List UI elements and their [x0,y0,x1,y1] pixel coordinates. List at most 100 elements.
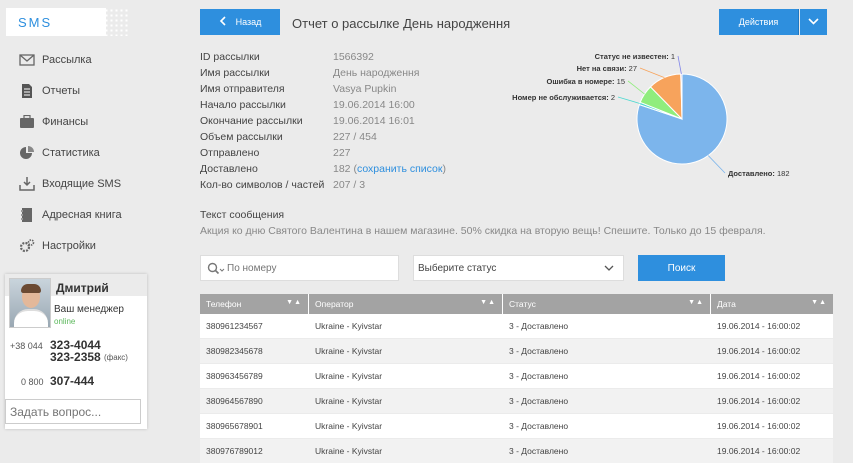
delivery-pie-chart: Доставлено: 182 Номер не обслуживается: 2… [512,52,790,178]
briefcase-icon [19,114,35,129]
sort-icon[interactable]: ▼▲ [480,299,496,306]
phone-prefix-city: +38 044 [10,341,43,351]
info-value: 227 / 454 [333,131,377,143]
cell-date: 19.06.2014 - 16:00:02 [717,421,801,431]
column-header-phone[interactable]: Телефон ▼▲ [200,294,309,314]
message-label: Текст сообщения [200,209,285,221]
manager-status: online [54,317,76,326]
actions-button-label: Действия [738,17,779,27]
envelope-icon [19,53,35,67]
column-header-date[interactable]: Дата ▼▲ [711,294,833,314]
actions-button[interactable]: Действия [719,9,799,35]
info-key: Объем рассылки [200,131,283,143]
document-icon [19,83,35,98]
table-row[interactable]: 380965678901 Ukraine - Kyivstar 3 - Дост… [200,414,833,439]
sidebar-item-statistics[interactable]: Статистика [0,137,148,168]
sidebar-item-label: Рассылка [42,53,92,66]
search-button[interactable]: Поиск [638,255,725,281]
table-row[interactable]: 380961234567 Ukraine - Kyivstar 3 - Дост… [200,314,833,339]
info-key: Кол-во символов / частей [200,179,325,191]
manager-role: Ваш менеджер [54,304,124,315]
search-dropdown-icon[interactable] [207,262,225,276]
info-value: 182 [333,163,351,175]
status-select[interactable]: Выберите статус [413,255,624,281]
back-button[interactable]: Назад [200,9,280,35]
info-key: Отправлено [200,147,260,159]
sidebar-item-label: Настройки [42,239,96,252]
info-value-group: 182 (сохранить список) [333,163,446,175]
column-header-operator[interactable]: Оператор ▼▲ [309,294,503,314]
search-field[interactable] [200,255,399,281]
sort-icon[interactable]: ▼▲ [286,299,302,306]
sort-icon[interactable]: ▼▲ [688,299,704,306]
avatar [9,278,51,328]
table-header: Телефон ▼▲ Оператор ▼▲ Статус ▼▲ Дата ▼▲ [200,294,833,314]
fax-note: (факс) [104,353,128,362]
info-key: Имя рассылки [200,67,270,79]
column-header-label: Оператор [315,299,354,309]
page-title: Отчет о рассылке День народження [292,16,511,31]
save-list-link[interactable]: сохранить список [357,163,442,175]
pie-connector-1 [617,96,640,104]
logo[interactable]: SMS [6,8,130,36]
cell-operator: Ukraine - Kyivstar [315,446,383,456]
cell-operator: Ukraine - Kyivstar [315,371,383,381]
cell-operator: Ukraine - Kyivstar [315,321,383,331]
column-header-label: Телефон [206,299,242,309]
phone-number-3: 307-444 [50,374,95,388]
search-input[interactable] [227,260,392,276]
info-key: ID рассылки [200,51,260,63]
sidebar-item-mailing[interactable]: Рассылка [0,44,148,75]
address-book-icon [19,207,35,222]
sender-link[interactable]: Vasya Pupkin [333,83,396,95]
sidebar-item-label: Входящие SMS [42,177,122,190]
cell-status: 3 - Доставлено [509,346,569,356]
sidebar-item-incoming-sms[interactable]: Входящие SMS [0,168,148,199]
column-header-status[interactable]: Статус ▼▲ [503,294,711,314]
sidebar-item-finance[interactable]: Финансы [0,106,148,137]
info-key: Имя отправителя [200,83,285,95]
sidebar-item-address-book[interactable]: Адресная книга [0,199,148,230]
phone-prefix-free: 0 800 [21,377,44,387]
logo-dots [104,8,130,36]
inbox-download-icon [19,176,35,191]
manager-card: Дмитрий Ваш менеджер online +38 044 323-… [5,274,147,429]
pie-label-1: Номер не обслуживается: 2 [512,93,615,102]
table-row[interactable]: 380963456789 Ukraine - Kyivstar 3 - Дост… [200,364,833,389]
sidebar-item-settings[interactable]: Настройки [0,230,148,261]
paren-close: ) [442,163,446,175]
info-value: 207 / 3 [333,179,366,191]
chevron-left-icon [219,15,226,29]
info-value: 19.06.2014 16:01 [333,115,415,127]
cell-operator: Ukraine - Kyivstar [315,421,383,431]
gears-icon [19,238,35,253]
pie-label-2: Ошибка в номере: 15 [547,77,625,86]
cell-status: 3 - Доставлено [509,371,569,381]
chevron-down-icon [604,263,614,273]
pie-label-4: Статус не известен: 1 [595,52,675,61]
table-row[interactable]: 380964567890 Ukraine - Kyivstar 3 - Дост… [200,389,833,414]
cell-phone: 380976789012 [206,446,263,456]
info-value: 19.06.2014 16:00 [333,99,415,111]
ask-question-input[interactable] [5,399,141,424]
cell-date: 19.06.2014 - 16:00:02 [717,371,801,381]
info-key: Начало рассылки [200,99,286,111]
cell-status: 3 - Доставлено [509,446,569,456]
sidebar-item-reports[interactable]: Отчеты [0,75,148,106]
pie-connector-2 [627,80,645,95]
sort-icon[interactable]: ▼▲ [811,299,827,306]
table-row[interactable]: 380982345678 Ukraine - Kyivstar 3 - Дост… [200,339,833,364]
info-value: 1566392 [333,51,374,63]
pie-label-0: Доставлено: 182 [728,169,790,178]
cell-status: 3 - Доставлено [509,321,569,331]
info-value: 227 [333,147,351,159]
cell-date: 19.06.2014 - 16:00:02 [717,396,801,406]
cell-date: 19.06.2014 - 16:00:02 [717,346,801,356]
results-table: Телефон ▼▲ Оператор ▼▲ Статус ▼▲ Дата ▼▲ 380… [200,294,833,463]
actions-dropdown-toggle[interactable] [800,9,827,35]
pie-connector-0 [707,155,726,174]
info-key: Окончание рассылки [200,115,303,127]
cell-operator: Ukraine - Kyivstar [315,346,383,356]
back-button-label: Назад [235,17,262,27]
table-row[interactable]: 380976789012 Ukraine - Kyivstar 3 - Дост… [200,439,833,463]
